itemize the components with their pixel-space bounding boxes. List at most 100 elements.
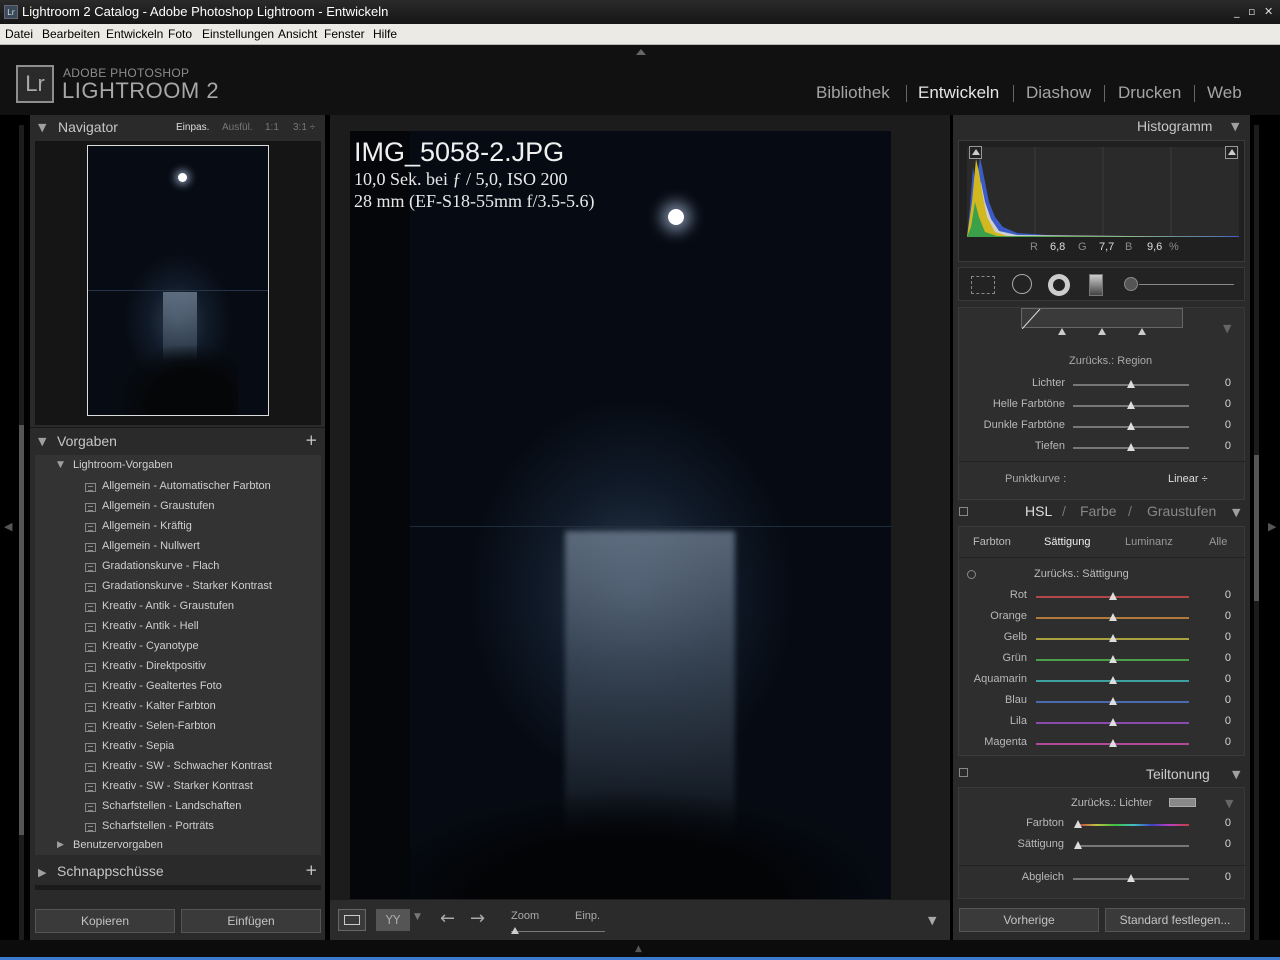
slider-value[interactable]: 0 xyxy=(1211,440,1231,452)
toolbar-menu-icon[interactable]: ▼ xyxy=(928,914,936,927)
menu-ansicht[interactable]: Ansicht xyxy=(278,27,317,41)
hsl-tab-luminance[interactable]: Luminanz xyxy=(1125,536,1173,548)
slider-value[interactable]: 0 xyxy=(1211,398,1231,410)
tone-curve-reset[interactable]: Zurücks.: Region xyxy=(1069,355,1152,367)
split-toning-reset[interactable]: Zurücks.: Lichter xyxy=(1071,797,1152,809)
shadow-clip-indicator[interactable] xyxy=(969,146,982,159)
previous-photo-icon[interactable]: ← xyxy=(440,908,455,929)
left-scrollbar-thumb[interactable] xyxy=(19,425,24,835)
preset-item[interactable]: Scharfstellen - Landschaften xyxy=(102,800,241,812)
split-toning-collapse-icon[interactable]: ▼ xyxy=(1232,768,1240,781)
module-web[interactable]: Web xyxy=(1207,83,1242,103)
zoom-1-1[interactable]: 1:1 xyxy=(265,122,279,133)
paste-button[interactable]: Einfügen xyxy=(181,909,321,933)
adjustment-brush-icon[interactable] xyxy=(1124,277,1138,291)
navigator-collapse-icon[interactable]: ▼ xyxy=(38,121,46,134)
add-snapshot-button[interactable]: + xyxy=(305,861,318,879)
module-diashow[interactable]: Diashow xyxy=(1026,83,1091,103)
preset-item[interactable]: Allgemein - Automatischer Farbton xyxy=(102,480,271,492)
slider-thumb[interactable] xyxy=(1127,401,1135,409)
left-panel-toggle-icon[interactable]: ◀ xyxy=(4,520,12,533)
slider-value[interactable]: 0 xyxy=(1211,838,1231,850)
previous-settings-button[interactable]: Vorherige xyxy=(959,908,1099,932)
histogram-graph[interactable] xyxy=(967,147,1239,237)
preset-item[interactable]: Kreativ - Kalter Farbton xyxy=(102,700,216,712)
preset-item[interactable]: Kreativ - SW - Starker Kontrast xyxy=(102,780,253,792)
target-adjustment-icon[interactable] xyxy=(967,570,976,579)
histogram-collapse-icon[interactable]: ▼ xyxy=(1231,120,1239,133)
slider-value[interactable]: 0 xyxy=(1211,610,1231,622)
slider-track[interactable] xyxy=(1078,845,1189,847)
slider-value[interactable]: 0 xyxy=(1211,715,1231,727)
left-scrollbar-track[interactable] xyxy=(19,125,24,940)
group-closed-icon[interactable]: ▶ xyxy=(57,840,64,850)
slider-value[interactable]: 0 xyxy=(1211,871,1231,883)
vorgaben-collapse-icon[interactable]: ▼ xyxy=(38,435,46,448)
preset-item[interactable]: Kreativ - Antik - Graustufen xyxy=(102,600,234,612)
preset-group-user[interactable]: Benutzervorgaben xyxy=(73,839,163,851)
slider-thumb[interactable] xyxy=(1108,697,1117,705)
close-icon[interactable]: ✕ xyxy=(1264,0,1273,24)
menu-bearbeiten[interactable]: Bearbeiten xyxy=(42,27,100,41)
filmstrip-toggle-icon[interactable]: ▲ xyxy=(635,944,642,954)
right-panel-toggle-icon[interactable]: ▶ xyxy=(1268,520,1276,533)
right-scrollbar-thumb[interactable] xyxy=(1254,455,1259,601)
slider-thumb[interactable] xyxy=(1127,422,1135,430)
slider-value[interactable]: 0 xyxy=(1211,377,1231,389)
region-split-highlights[interactable] xyxy=(1138,328,1146,335)
next-photo-icon[interactable]: → xyxy=(470,908,485,929)
menu-einstellungen[interactable]: Einstellungen xyxy=(202,27,274,41)
hsl-title[interactable]: HSL xyxy=(1025,503,1052,519)
grayscale-title[interactable]: Graustufen xyxy=(1147,503,1216,519)
hsl-tab-hue[interactable]: Farbton xyxy=(973,536,1011,548)
before-after-button[interactable]: YY xyxy=(376,909,410,931)
preset-item[interactable]: Allgemein - Graustufen xyxy=(102,500,215,512)
preset-item[interactable]: Kreativ - SW - Schwacher Kontrast xyxy=(102,760,272,772)
split-toning-menu-icon[interactable]: ▼ xyxy=(1225,797,1233,810)
slider-value[interactable]: 0 xyxy=(1211,673,1231,685)
preset-item[interactable]: Allgemein - Nullwert xyxy=(102,540,200,552)
navigator-preview-area[interactable] xyxy=(35,141,321,425)
navigator-thumbnail[interactable] xyxy=(87,145,269,416)
snapshots-collapse-icon[interactable]: ▶ xyxy=(38,866,46,879)
slider-thumb[interactable] xyxy=(1127,380,1135,388)
hsl-tab-saturation[interactable]: Sättigung xyxy=(1044,536,1090,548)
menu-foto[interactable]: Foto xyxy=(168,27,192,41)
slider-thumb[interactable] xyxy=(1108,676,1117,684)
slider-thumb[interactable] xyxy=(1108,739,1117,747)
highlight-clip-indicator[interactable] xyxy=(1225,146,1238,159)
curve-graph[interactable] xyxy=(1021,308,1183,330)
hsl-tab-all[interactable]: Alle xyxy=(1209,536,1227,548)
brush-slider-icon[interactable] xyxy=(1139,284,1234,285)
preset-item[interactable]: Gradationskurve - Flach xyxy=(102,560,219,572)
preset-item[interactable]: Gradationskurve - Starker Kontrast xyxy=(102,580,272,592)
slider-value[interactable]: 0 xyxy=(1211,652,1231,664)
hsl-toggle-switch[interactable] xyxy=(959,507,968,516)
slider-thumb[interactable] xyxy=(1074,820,1082,828)
preset-item[interactable]: Kreativ - Cyanotype xyxy=(102,640,199,652)
slider-thumb[interactable] xyxy=(1074,841,1082,849)
module-entwickeln[interactable]: Entwickeln xyxy=(918,83,999,103)
color-title[interactable]: Farbe xyxy=(1080,503,1117,519)
slider-thumb[interactable] xyxy=(1108,718,1117,726)
region-split-midtones[interactable] xyxy=(1098,328,1106,335)
slider-value[interactable]: 0 xyxy=(1211,631,1231,643)
slider-value[interactable]: 0 xyxy=(1211,736,1231,748)
preset-item[interactable]: Kreativ - Gealtertes Foto xyxy=(102,680,222,692)
preset-group-lightroom[interactable]: Lightroom-Vorgaben xyxy=(73,459,173,471)
zoom-slider[interactable] xyxy=(511,931,605,932)
preset-item[interactable]: Scharfstellen - Porträts xyxy=(102,820,214,832)
split-toning-color-swatch[interactable] xyxy=(1169,798,1196,807)
punktkurve-select[interactable]: Linear ÷ xyxy=(1168,473,1208,485)
zoom-fill[interactable]: Ausfül. xyxy=(222,122,253,133)
slider-value[interactable]: 0 xyxy=(1211,589,1231,601)
spot-removal-icon[interactable] xyxy=(1012,274,1032,294)
zoom-fit[interactable]: Einpas. xyxy=(176,122,209,133)
slider-thumb[interactable] xyxy=(1127,443,1135,451)
zoom-3-1[interactable]: 3:1 ÷ xyxy=(293,122,315,133)
copy-button[interactable]: Kopieren xyxy=(35,909,175,933)
collapse-top-icon[interactable] xyxy=(636,49,646,55)
slider-value[interactable]: 0 xyxy=(1211,694,1231,706)
right-scrollbar-track[interactable] xyxy=(1254,125,1259,940)
menu-fenster[interactable]: Fenster xyxy=(324,27,365,41)
